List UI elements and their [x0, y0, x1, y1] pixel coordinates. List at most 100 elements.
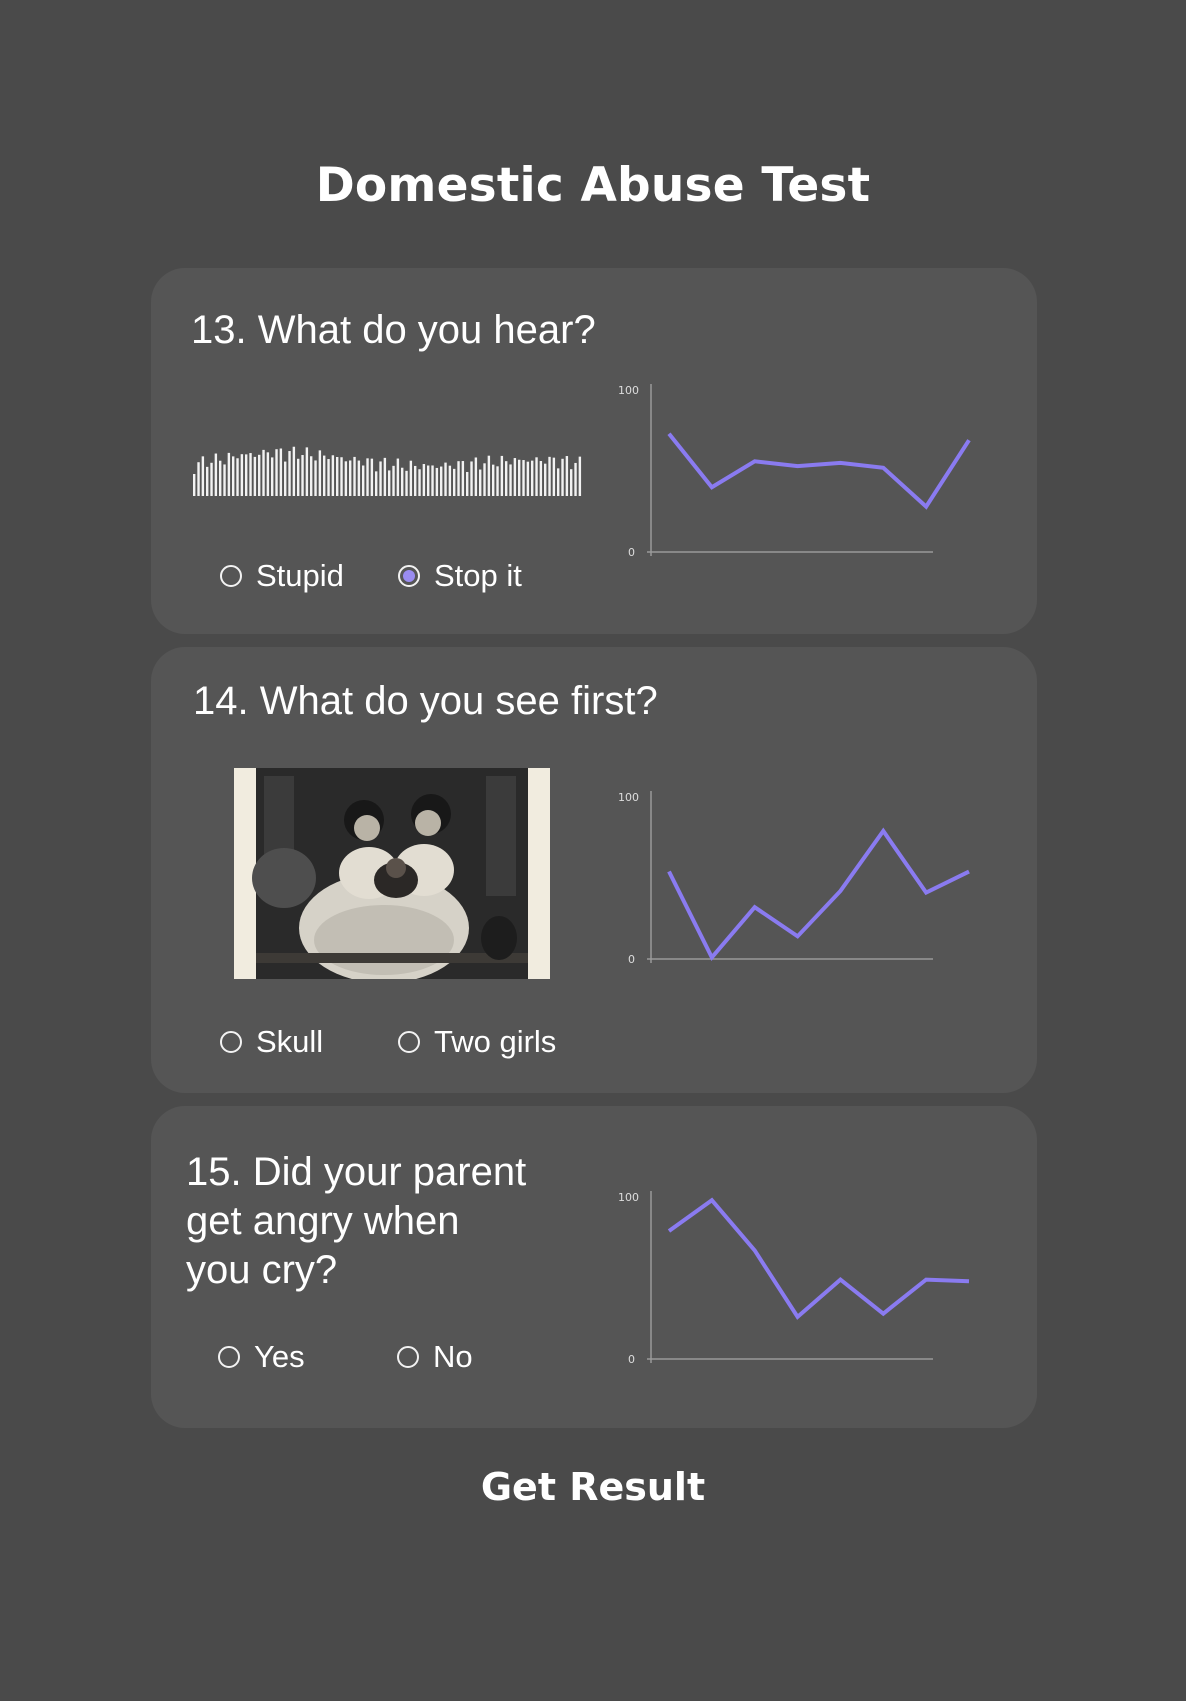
waveform-bar: [513, 458, 517, 496]
waveform-bar: [544, 463, 547, 496]
waveform-bar: [388, 470, 391, 496]
waveform-bar: [509, 464, 512, 496]
waveform-bar: [297, 458, 300, 496]
waveform-bar: [431, 465, 434, 496]
answer-chart-14: 0 100: [618, 791, 970, 966]
option-stop-it[interactable]: Stop it: [398, 558, 522, 594]
waveform-bar: [279, 448, 283, 496]
y-tick-label: 100: [618, 384, 639, 397]
question-15-line-3: you cry?: [186, 1248, 338, 1292]
waveform-bar: [258, 454, 261, 496]
question-card-13: 13. What do you hear? Stupid Stop it 0 10…: [151, 268, 1037, 634]
waveform-bar: [357, 460, 361, 496]
waveform-bar: [379, 461, 382, 496]
option-label: Stop it: [434, 558, 522, 593]
option-no[interactable]: No: [397, 1339, 473, 1375]
waveform-bar: [349, 460, 352, 496]
waveform-bar: [435, 467, 439, 496]
waveform-bar: [336, 456, 339, 496]
waveform-bar: [526, 461, 530, 496]
y-tick-label: 0: [628, 1353, 635, 1366]
waveform-bar: [470, 461, 473, 496]
waveform-bar: [405, 470, 408, 496]
waveform-bar: [370, 458, 374, 496]
waveform-bar: [210, 462, 213, 496]
option-skull[interactable]: Skull: [220, 1024, 323, 1060]
y-tick-label: 100: [618, 1191, 639, 1204]
option-two-girls[interactable]: Two girls: [398, 1024, 556, 1060]
waveform-bar: [539, 461, 543, 496]
option-stupid[interactable]: Stupid: [220, 558, 344, 594]
waveform-bar: [219, 460, 222, 496]
radio-stop-it[interactable]: [398, 565, 420, 587]
waveform-bar: [409, 460, 413, 496]
question-card-14: 14. What do you see first? Skull Two gir…: [151, 647, 1037, 1093]
waveform-bar: [557, 468, 560, 496]
y-tick-label: 100: [618, 791, 639, 804]
waveform-bar: [474, 457, 478, 496]
waveform-bar: [479, 469, 482, 496]
question-13-text: 13. What do you hear?: [191, 308, 596, 352]
option-label: Skull: [256, 1024, 324, 1059]
waveform-bar: [206, 466, 209, 496]
waveform-bar: [570, 469, 573, 496]
option-yes[interactable]: Yes: [218, 1339, 305, 1375]
waveform-bar: [392, 465, 395, 496]
waveform-bar: [362, 465, 365, 496]
waveform-bar: [301, 455, 304, 496]
question-14-text: 14. What do you see first?: [193, 679, 658, 723]
option-label: Two girls: [434, 1024, 557, 1059]
radio-two-girls[interactable]: [398, 1031, 420, 1053]
radio-skull[interactable]: [220, 1031, 242, 1053]
series-line: [667, 432, 971, 510]
waveform-bar: [253, 456, 257, 496]
waveform-bar: [574, 462, 577, 496]
waveform-bar: [531, 460, 534, 496]
radio-yes[interactable]: [218, 1346, 240, 1368]
get-result-button[interactable]: Get Result: [0, 1465, 1186, 1509]
waveform-bar: [496, 466, 499, 496]
waveform-bar: [396, 458, 400, 496]
waveform-bar: [461, 461, 465, 496]
waveform-bar: [292, 446, 296, 496]
waveform-bar: [197, 462, 200, 496]
waveform-bar: [340, 457, 343, 496]
waveform-bar: [500, 455, 504, 496]
waveform-bar: [331, 455, 335, 496]
waveform-bar: [522, 460, 525, 496]
waveform-bar: [505, 461, 508, 496]
waveform-bar: [565, 456, 569, 496]
waveform-bar: [266, 452, 270, 496]
waveform-bar: [578, 456, 582, 496]
waveform-bar: [344, 461, 348, 496]
waveform-bar: [548, 456, 551, 496]
question-card-15: 15. Did your parent get angry when you c…: [151, 1106, 1037, 1428]
waveform-bar: [552, 457, 556, 496]
answer-chart-13: 0 100: [618, 384, 971, 559]
radio-stupid[interactable]: [220, 565, 242, 587]
audio-waveform[interactable]: [193, 428, 583, 500]
waveform-bar: [327, 459, 330, 496]
waveform-bar: [318, 450, 322, 496]
waveform-bar: [310, 456, 313, 496]
radio-no[interactable]: [397, 1346, 419, 1368]
series-line: [667, 827, 970, 961]
waveform-bar: [518, 459, 521, 496]
waveform-bar: [236, 458, 239, 496]
waveform-bar: [418, 469, 421, 496]
waveform-bar: [383, 457, 387, 496]
waveform-bar: [487, 455, 491, 496]
series-line: [667, 1197, 970, 1320]
waveform-bar: [483, 463, 486, 496]
waveform-bar: [453, 468, 456, 496]
y-tick-label: 0: [628, 546, 635, 559]
waveform-bar: [305, 447, 309, 496]
page-title: Domestic Abuse Test: [315, 158, 871, 213]
waveform-bar: [323, 455, 326, 496]
waveform-bar: [448, 465, 452, 496]
waveform-bar: [466, 471, 469, 496]
waveform-bar: [232, 456, 235, 496]
waveform-bar: [271, 457, 274, 496]
waveform-bar: [457, 461, 460, 496]
waveform-bar: [414, 465, 417, 496]
